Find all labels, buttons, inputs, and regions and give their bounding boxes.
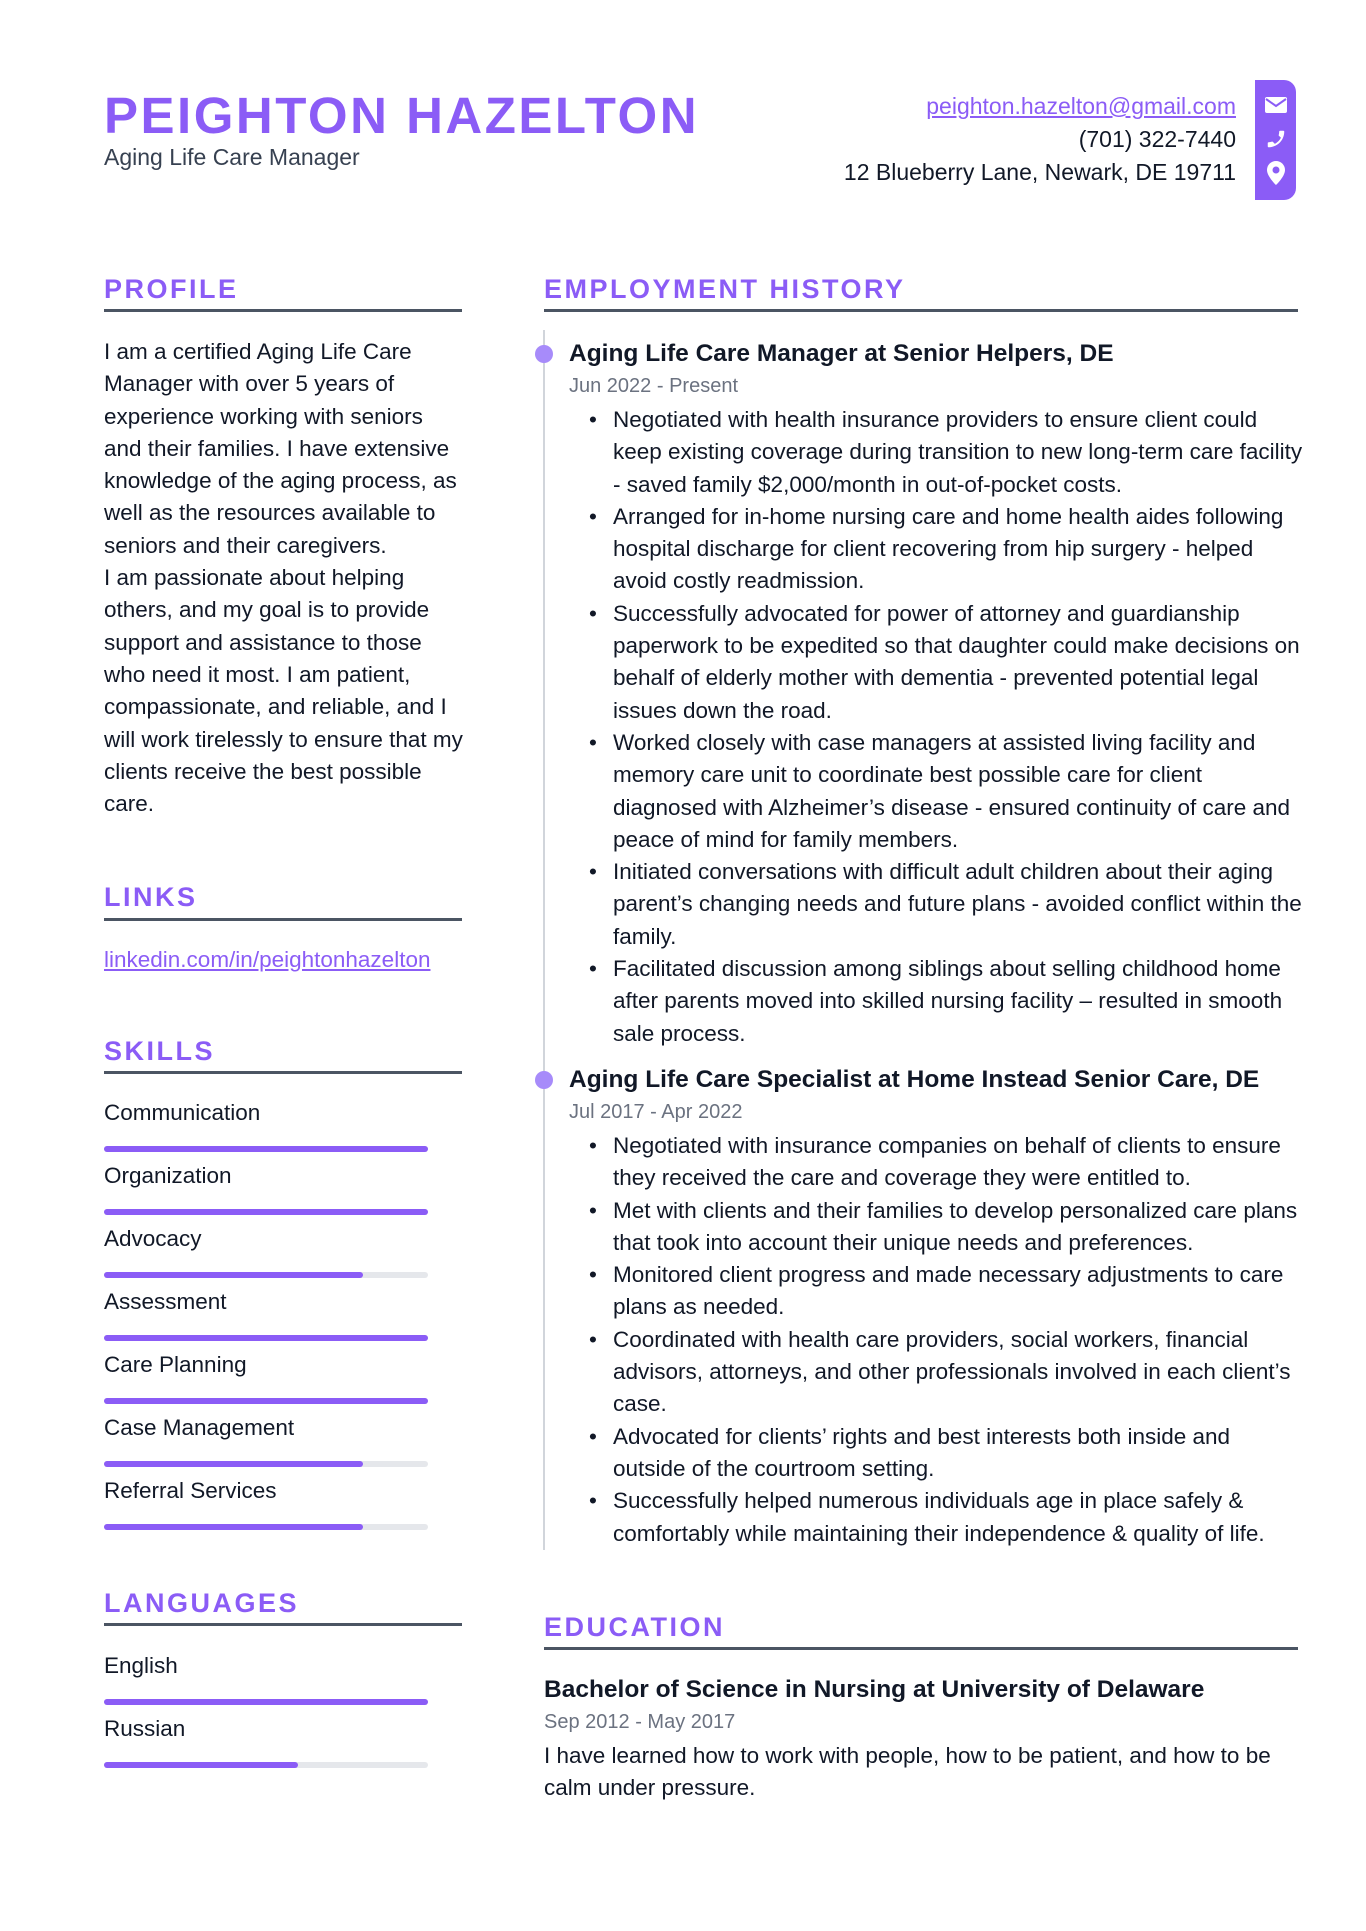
bullet-item: Initiated conversations with difficult a…	[589, 856, 1303, 953]
profile-paragraph: I am passionate about helping others, an…	[104, 565, 463, 817]
email-link[interactable]: peighton.hazelton@gmail.com	[926, 93, 1236, 119]
bullet-item: Arranged for in-home nursing care and ho…	[589, 501, 1303, 598]
bullet-item: Facilitated discussion among siblings ab…	[589, 953, 1303, 1050]
skill-item: Communication	[104, 1098, 428, 1152]
skill-level-fill	[104, 1524, 364, 1530]
bullet-item: Advocated for clients’ rights and best i…	[589, 1421, 1303, 1486]
skill-level-track	[104, 1524, 428, 1530]
section-title-skills: SKILLS	[104, 1036, 216, 1066]
job-bullets: Negotiated with health insurance provide…	[589, 404, 1303, 1050]
bullet-item: Successfully advocated for power of atto…	[589, 598, 1303, 727]
bullet-item: Successfully helped numerous individuals…	[589, 1485, 1303, 1550]
education-description: I have learned how to work with people, …	[544, 1743, 1271, 1801]
candidate-title: Aging Life Care Manager	[104, 144, 360, 170]
skill-level-fill	[104, 1398, 428, 1404]
skill-item: Referral Services	[104, 1476, 428, 1530]
skill-label: Referral Services	[104, 1478, 277, 1503]
timeline-dot	[535, 1071, 553, 1089]
language-level-fill	[104, 1699, 428, 1705]
skill-level-fill	[104, 1461, 364, 1467]
contact-icon-bar	[1255, 80, 1296, 200]
skill-level-fill	[104, 1272, 364, 1278]
skill-level-fill	[104, 1335, 428, 1341]
envelope-icon	[1264, 92, 1288, 118]
bullet-item: Negotiated with insurance companies on b…	[589, 1130, 1303, 1195]
language-level-fill	[104, 1762, 299, 1768]
phone-number: (701) 322-7440	[1078, 126, 1236, 152]
skill-item: Advocacy	[104, 1224, 428, 1278]
profile-paragraph: I am a certified Aging Life Care Manager…	[104, 339, 457, 558]
skill-level-track	[104, 1461, 428, 1467]
job-title: Aging Life Care Manager at Senior Helper…	[569, 340, 1114, 367]
language-level-track	[104, 1699, 428, 1705]
skill-level-track	[104, 1335, 428, 1341]
address: 12 Blueberry Lane, Newark, DE 19711	[843, 159, 1236, 185]
skill-level-track	[104, 1398, 428, 1404]
skill-item: Care Planning	[104, 1350, 428, 1404]
skill-item: Organization	[104, 1161, 428, 1215]
section-title-languages: LANGUAGES	[104, 1588, 300, 1618]
job-dates: Jul 2017 - Apr 2022	[569, 1101, 743, 1123]
skill-level-fill	[104, 1146, 428, 1152]
education-dates: Sep 2012 - May 2017	[544, 1711, 736, 1733]
section-divider	[544, 309, 1298, 312]
section-title-profile: PROFILE	[104, 274, 239, 304]
bullet-item: Negotiated with health insurance provide…	[589, 404, 1303, 501]
bullet-item: Monitored client progress and made neces…	[589, 1259, 1303, 1324]
job-dates: Jun 2022 - Present	[569, 375, 738, 397]
profile-summary: I am a certified Aging Life Care Manager…	[104, 336, 464, 820]
phone-icon	[1264, 126, 1288, 152]
skill-level-fill	[104, 1209, 428, 1215]
language-item: Russian	[104, 1714, 428, 1768]
skill-label: Advocacy	[104, 1226, 202, 1251]
linkedin-link[interactable]: linkedin.com/in/peightonhazelton	[104, 944, 430, 976]
language-level-track	[104, 1762, 428, 1768]
candidate-name: PEIGHTON HAZELTON	[104, 87, 700, 144]
job-bullets: Negotiated with insurance companies on b…	[589, 1130, 1303, 1550]
resume-page: PEIGHTON HAZELTON Aging Life Care Manage…	[0, 0, 1366, 1931]
contact-info: peighton.hazelton@gmail.com (701) 322-74…	[844, 90, 1236, 189]
language-item: English	[104, 1651, 428, 1705]
skill-label: Communication	[104, 1100, 261, 1125]
skill-item: Assessment	[104, 1287, 428, 1341]
section-divider	[104, 1623, 462, 1626]
skill-label: Organization	[104, 1163, 232, 1188]
language-label: English	[104, 1653, 178, 1678]
section-title-links: LINKS	[104, 882, 198, 912]
bullet-item: Met with clients and their families to d…	[589, 1195, 1303, 1260]
job-title: Aging Life Care Specialist at Home Inste…	[569, 1066, 1260, 1093]
section-divider	[104, 1071, 462, 1074]
skill-level-track	[104, 1146, 428, 1152]
section-title-education: EDUCATION	[544, 1612, 725, 1642]
section-divider	[544, 1647, 1298, 1650]
bullet-item: Worked closely with case managers at ass…	[589, 727, 1303, 856]
section-divider	[104, 918, 462, 921]
bullet-item: Coordinated with health care providers, …	[589, 1324, 1303, 1421]
skill-item: Case Management	[104, 1413, 428, 1467]
education-title: Bachelor of Science in Nursing at Univer…	[544, 1676, 1205, 1703]
skill-label: Assessment	[104, 1289, 227, 1314]
section-divider	[104, 309, 462, 312]
skill-label: Care Planning	[104, 1352, 247, 1377]
skill-label: Case Management	[104, 1415, 295, 1440]
skill-level-track	[104, 1209, 428, 1215]
section-title-employment: EMPLOYMENT HISTORY	[544, 274, 906, 304]
skill-level-track	[104, 1272, 428, 1278]
location-pin-icon	[1264, 160, 1288, 186]
timeline-dot	[535, 345, 553, 363]
language-label: Russian	[104, 1716, 186, 1741]
timeline-line	[543, 330, 545, 1550]
